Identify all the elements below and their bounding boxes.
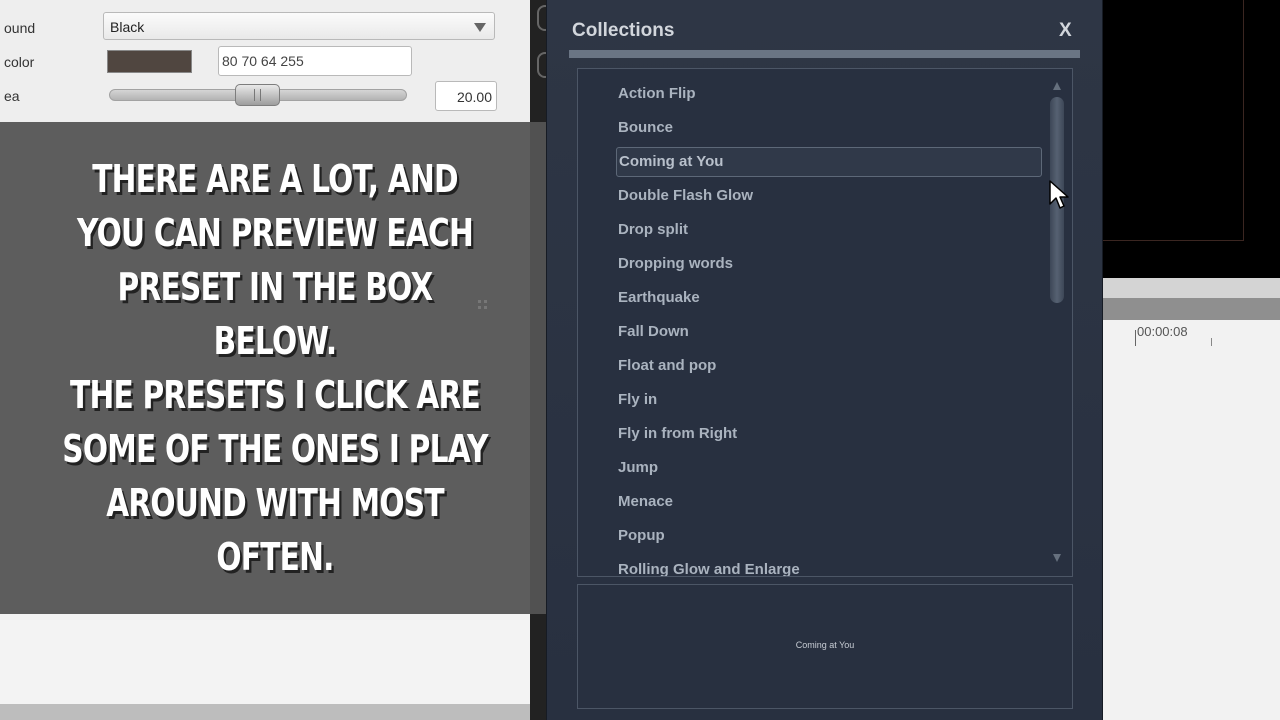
list-item[interactable]: Menace — [618, 487, 1043, 517]
list-item[interactable]: Drop split — [618, 215, 1043, 245]
caption-text-2: The presets I click are some of the ones… — [62, 373, 488, 579]
list-item-selected[interactable]: Coming at You — [616, 147, 1042, 177]
list-item[interactable]: Double Flash Glow — [618, 181, 1043, 211]
collections-dialog: Collections X Action Flip Bounce Coming … — [546, 0, 1103, 720]
list-item[interactable]: Jump — [618, 453, 1043, 483]
color-value-field[interactable]: 80 70 64 255 — [218, 46, 412, 76]
video-toolbar — [1103, 278, 1280, 298]
preset-preview-box: Coming at You — [577, 584, 1073, 709]
list-item[interactable]: Bounce — [618, 113, 1043, 143]
lower-panel-bar — [0, 704, 530, 720]
caption-overlay: There are a lot, and you can preview eac… — [0, 122, 550, 614]
background-dropdown-value: Black — [110, 19, 145, 35]
list-item[interactable]: Fly in from Right — [618, 419, 1043, 449]
area-value-field[interactable]: 20.00 — [435, 81, 497, 111]
timeline-tick — [1135, 330, 1136, 346]
dialog-title: Collections — [572, 20, 675, 41]
list-item[interactable]: Rolling Glow and Enlarge — [618, 555, 1043, 576]
timeline-header — [1103, 298, 1280, 320]
list-item[interactable]: Float and pop — [618, 351, 1043, 381]
timecode-label: 00:00:08 — [1137, 324, 1188, 339]
list-item[interactable]: Fly in — [618, 385, 1043, 415]
area-label: ea — [4, 88, 20, 104]
color-label: color — [4, 54, 35, 70]
list-item[interactable]: Fall Down — [618, 317, 1043, 347]
lower-panel — [0, 614, 530, 720]
close-button[interactable]: X — [1059, 20, 1072, 42]
preview-text: Coming at You — [795, 640, 855, 650]
grip-icon[interactable] — [476, 298, 494, 314]
scroll-up-icon[interactable] — [1053, 82, 1061, 90]
color-swatch[interactable] — [107, 50, 192, 73]
list-item[interactable]: Earthquake — [618, 283, 1043, 313]
area-slider-thumb[interactable] — [235, 84, 280, 106]
list-item[interactable]: Action Flip — [618, 79, 1043, 109]
properties-panel: ound Black color 80 70 64 255 ea 20.00 — [0, 0, 530, 122]
background-dropdown[interactable]: Black — [103, 12, 495, 40]
list-scrollbar[interactable] — [1050, 79, 1064, 569]
timeline-tick — [1211, 338, 1212, 346]
list-item[interactable]: Dropping words — [618, 249, 1043, 279]
video-frame — [1103, 0, 1244, 241]
mouse-cursor-icon — [1049, 180, 1069, 209]
list-item[interactable]: Popup — [618, 521, 1043, 551]
scroll-down-icon[interactable] — [1053, 554, 1061, 562]
video-preview — [1103, 0, 1280, 278]
background-label: ound — [4, 20, 36, 36]
title-separator — [569, 50, 1080, 58]
chevron-down-icon[interactable] — [474, 23, 486, 32]
caption-text-1: There are a lot, and you can preview eac… — [77, 157, 474, 363]
timeline-ruler[interactable]: 00:00:08 — [1103, 320, 1280, 720]
preset-list[interactable]: Action Flip Bounce Coming at You Double … — [577, 68, 1073, 577]
